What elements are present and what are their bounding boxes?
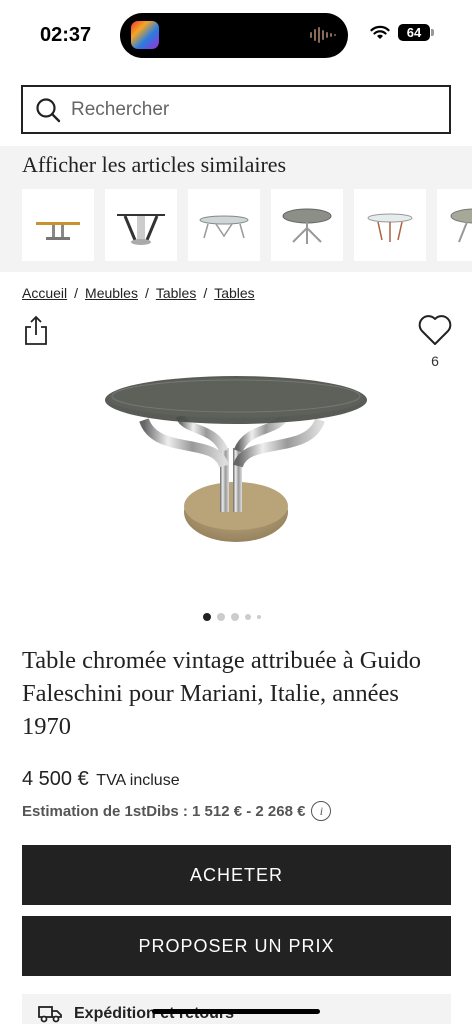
status-icons: 64 bbox=[370, 24, 434, 41]
shipping-label: Expédition et retours bbox=[74, 1005, 234, 1022]
carousel-indicator[interactable] bbox=[203, 613, 261, 621]
audio-wave-icon bbox=[310, 27, 336, 43]
similar-item-thumbnail[interactable] bbox=[437, 189, 472, 261]
breadcrumb: Accueil / Meubles / Tables / Tables bbox=[22, 285, 255, 301]
carousel-dot[interactable] bbox=[203, 613, 211, 621]
breadcrumb-link-furniture[interactable]: Meubles bbox=[85, 285, 138, 301]
similar-items-section: Afficher les articles similaires bbox=[0, 146, 472, 272]
product-price: 4 500 € TVA incluse bbox=[22, 768, 180, 791]
similar-item-thumbnail[interactable] bbox=[22, 189, 94, 261]
product-image[interactable] bbox=[96, 366, 376, 556]
breadcrumb-separator: / bbox=[74, 285, 79, 301]
price-value: 4 500 € bbox=[22, 768, 89, 790]
search-input[interactable] bbox=[71, 98, 411, 121]
heart-icon bbox=[418, 315, 452, 345]
breadcrumb-link-tables[interactable]: Tables bbox=[156, 285, 196, 301]
carousel-dot[interactable] bbox=[231, 613, 239, 621]
carousel-dot[interactable] bbox=[257, 615, 261, 619]
product-title: Table chromée vintage attribuée à Guido … bbox=[22, 647, 421, 740]
carousel-dot[interactable] bbox=[217, 613, 225, 621]
favorite-button[interactable]: 6 bbox=[416, 314, 454, 369]
similar-items-title[interactable]: Afficher les articles similaires bbox=[22, 152, 286, 178]
vat-label: TVA incluse bbox=[96, 772, 180, 789]
dynamic-island[interactable] bbox=[120, 13, 348, 58]
carousel-dot[interactable] bbox=[245, 614, 251, 620]
status-time: 02:37 bbox=[40, 24, 92, 46]
status-bar: 02:37 64 bbox=[0, 0, 472, 70]
home-indicator[interactable] bbox=[152, 1009, 320, 1014]
share-icon[interactable] bbox=[24, 315, 48, 345]
similar-item-thumbnail[interactable] bbox=[188, 189, 260, 261]
similar-item-thumbnail[interactable] bbox=[271, 189, 343, 261]
estimate-text: Estimation de 1stDibs : 1 512 € - 2 268 … bbox=[22, 802, 306, 820]
truck-icon bbox=[38, 1006, 62, 1023]
search-icon bbox=[36, 97, 61, 122]
wifi-icon bbox=[370, 25, 390, 39]
similar-items-list bbox=[22, 189, 472, 261]
favorite-count: 6 bbox=[431, 353, 439, 369]
breadcrumb-link-home[interactable]: Accueil bbox=[22, 285, 67, 301]
buy-button[interactable]: ACHETER bbox=[22, 845, 451, 905]
info-icon[interactable]: i bbox=[311, 801, 332, 821]
similar-item-thumbnail[interactable] bbox=[354, 189, 426, 261]
now-playing-app-icon bbox=[131, 21, 159, 49]
search-bar[interactable] bbox=[21, 85, 451, 134]
price-estimate: Estimation de 1stDibs : 1 512 € - 2 268 … bbox=[22, 801, 332, 821]
battery-icon: 64 bbox=[398, 24, 434, 41]
breadcrumb-link-tables-sub[interactable]: Tables bbox=[214, 285, 254, 301]
breadcrumb-separator: / bbox=[144, 285, 149, 301]
similar-item-thumbnail[interactable] bbox=[105, 189, 177, 261]
make-offer-button[interactable]: PROPOSER UN PRIX bbox=[22, 916, 451, 976]
breadcrumb-separator: / bbox=[203, 285, 208, 301]
